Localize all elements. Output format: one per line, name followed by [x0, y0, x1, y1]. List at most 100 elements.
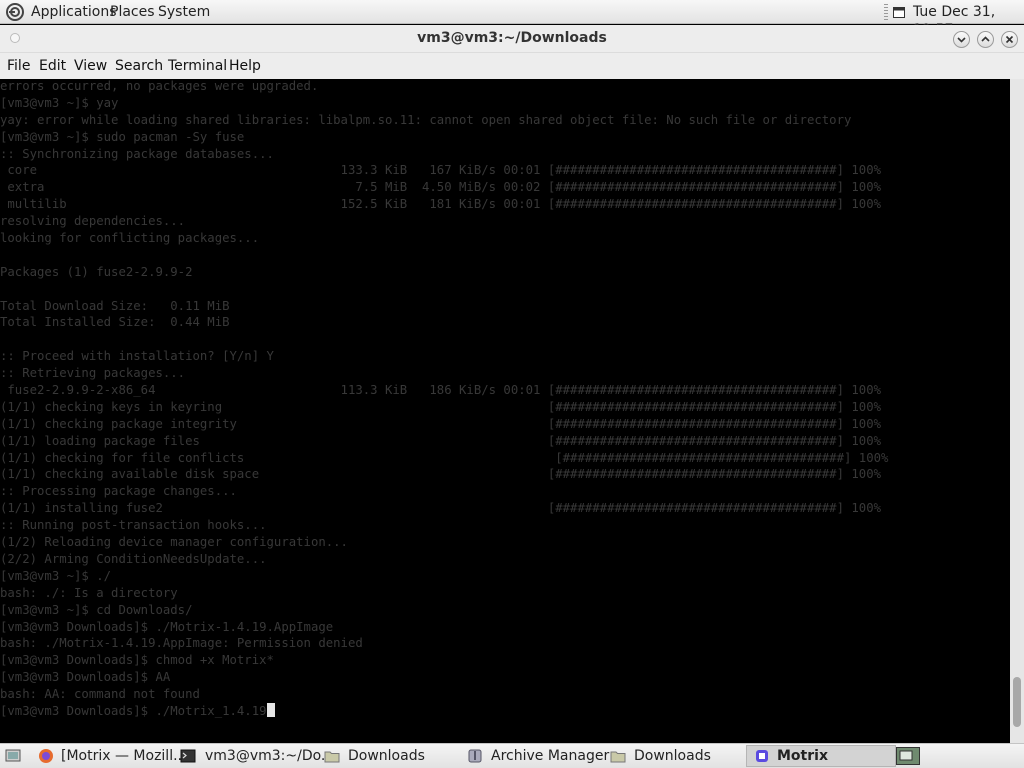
- terminal-line-text: :: Processing package changes...: [0, 484, 237, 499]
- terminal-line-text: looking for conflicting packages...: [0, 231, 260, 246]
- terminal-line: (1/1) installing fuse2 [################…: [0, 500, 888, 517]
- terminal-line: (1/1) loading package files [###########…: [0, 433, 888, 450]
- taskbar: [Motrix — Mozill... vm3@vm3:~/Do... Down…: [0, 743, 1024, 768]
- show-desktop-icon[interactable]: [5, 748, 21, 764]
- menu-file[interactable]: File: [7, 56, 30, 76]
- folder-icon: [610, 751, 626, 763]
- terminal-line-text: yay: error while loading shared librarie…: [0, 112, 852, 127]
- menu-terminal[interactable]: Terminal: [168, 56, 227, 76]
- terminal-line: (1/2) Reloading device manager configura…: [0, 534, 888, 551]
- scrollbar-thumb[interactable]: [1013, 677, 1021, 727]
- terminal-line-text: (1/1) checking available disk space [###…: [0, 467, 881, 482]
- firefox-icon: [39, 749, 53, 763]
- minimize-button[interactable]: [953, 31, 970, 48]
- terminal-line: [vm3@vm3 ~]$ yay: [0, 95, 888, 112]
- system-menu[interactable]: System: [158, 3, 210, 21]
- terminal-line: :: Synchronizing package databases...: [0, 146, 888, 163]
- motrix-icon: [756, 750, 768, 762]
- terminal-output: errors occurred, no packages were upgrad…: [0, 79, 888, 720]
- menu-view[interactable]: View: [74, 56, 107, 76]
- terminal-line: (1/1) checking package integrity [######…: [0, 416, 888, 433]
- menu-bar: File Edit View Search Terminal Help: [0, 53, 1024, 79]
- terminal-line-text: :: Synchronizing package databases...: [0, 146, 274, 161]
- terminal-line: bash: ./: Is a directory: [0, 585, 888, 602]
- terminal-line: :: Running post-transaction hooks...: [0, 517, 888, 534]
- window-title: vm3@vm3:~/Downloads: [417, 30, 607, 46]
- taskbar-item-label[interactable]: [Motrix — Mozill...: [61, 747, 186, 765]
- close-button[interactable]: [1001, 31, 1018, 48]
- taskbar-item-label[interactable]: Archive Manager: [491, 747, 609, 765]
- terminal-line-text: Packages (1) fuse2-2.9.9-2: [0, 264, 193, 279]
- terminal-line: :: Proceed with installation? [Y/n] Y: [0, 348, 888, 365]
- archive-icon: [468, 749, 482, 763]
- terminal-line-text: [vm3@vm3 ~]$ sudo pacman -Sy fuse: [0, 129, 245, 144]
- terminal-line: (1/1) checking for file conflicts [#####…: [0, 450, 888, 467]
- terminal-line: resolving dependencies...: [0, 213, 888, 230]
- terminal-line: bash: AA: command not found: [0, 686, 888, 703]
- terminal-line-text: :: Proceed with installation? [Y/n] Y: [0, 349, 274, 364]
- terminal-line-text: Total Download Size: 0.11 MiB: [0, 298, 230, 313]
- places-menu[interactable]: Places: [110, 3, 155, 21]
- terminal-line: (2/2) Arming ConditionNeedsUpdate...: [0, 551, 888, 568]
- terminal-line: [vm3@vm3 Downloads]$ ./Motrix-1.4.19.App…: [0, 619, 888, 636]
- terminal-line-text: Total Installed Size: 0.44 MiB: [0, 315, 230, 330]
- close-icon: [1005, 35, 1014, 44]
- terminal-line-text: (1/2) Reloading device manager configura…: [0, 535, 348, 550]
- terminal-line-text: errors occurred, no packages were upgrad…: [0, 79, 319, 93]
- terminal-line: extra 7.5 MiB 4.50 MiB/s 00:02 [########…: [0, 179, 888, 196]
- terminal-line-text: [vm3@vm3 ~]$ ./: [0, 568, 112, 583]
- terminal-line-text: :: Running post-transaction hooks...: [0, 518, 267, 533]
- distro-logo-icon[interactable]: [6, 3, 24, 21]
- terminal-line-text: (1/1) checking keys in keyring [########…: [0, 399, 881, 414]
- workspace-switcher-icon[interactable]: [896, 747, 920, 765]
- terminal-line: yay: error while loading shared librarie…: [0, 112, 888, 129]
- maximize-button[interactable]: [977, 31, 994, 48]
- terminal-line: (1/1) checking keys in keyring [########…: [0, 399, 888, 416]
- terminal-line: [vm3@vm3 ~]$ cd Downloads/: [0, 602, 888, 619]
- applications-menu[interactable]: Applications: [31, 3, 117, 21]
- terminal-line-text: resolving dependencies...: [0, 214, 186, 229]
- taskbar-item-label[interactable]: Motrix: [777, 747, 828, 765]
- chevron-down-icon: [957, 37, 966, 43]
- terminal-line: Total Download Size: 0.11 MiB: [0, 298, 888, 315]
- terminal-line-text: (1/1) checking for file conflicts [#####…: [0, 450, 889, 465]
- chevron-up-icon: [981, 36, 990, 42]
- terminal-line-text: bash: AA: command not found: [0, 687, 200, 702]
- terminal-line: (1/1) checking available disk space [###…: [0, 466, 888, 483]
- menu-edit[interactable]: Edit: [39, 56, 66, 76]
- folder-icon: [324, 751, 340, 763]
- terminal-line-text: (1/1) loading package files [###########…: [0, 433, 881, 448]
- terminal-line: :: Processing package changes...: [0, 483, 888, 500]
- terminal-line: errors occurred, no packages were upgrad…: [0, 79, 888, 95]
- terminal-line: bash: ./Motrix-1.4.19.AppImage: Permissi…: [0, 635, 888, 652]
- window-titlebar[interactable]: vm3@vm3:~/Downloads: [0, 25, 1024, 53]
- terminal-line-text: [vm3@vm3 Downloads]$ AA: [0, 670, 171, 685]
- terminal-line-text: core 133.3 KiB 167 KiB/s 00:01 [########…: [0, 163, 881, 178]
- top-panel: Applications Places System Tue Dec 31, 1…: [0, 0, 1024, 38]
- panel-separator: [884, 4, 888, 20]
- terminal-line-text: [vm3@vm3 Downloads]$ ./Motrix-1.4.19.App…: [0, 619, 334, 634]
- terminal-line: Total Installed Size: 0.44 MiB: [0, 314, 888, 331]
- terminal-line-text: :: Retrieving packages...: [0, 366, 186, 381]
- terminal-line-text: [vm3@vm3 Downloads]$ chmod +x Motrix*: [0, 653, 274, 668]
- menu-help[interactable]: Help: [229, 56, 261, 76]
- terminal-line: [vm3@vm3 ~]$ ./: [0, 568, 888, 585]
- taskbar-item-label[interactable]: Downloads: [348, 747, 425, 765]
- terminal-line-text: [vm3@vm3 ~]$ yay: [0, 95, 119, 110]
- terminal-scrollbar[interactable]: [1010, 79, 1024, 743]
- terminal-area[interactable]: errors occurred, no packages were upgrad…: [0, 79, 1010, 743]
- terminal-icon: [180, 749, 196, 763]
- terminal-line: multilib 152.5 KiB 181 KiB/s 00:01 [####…: [0, 196, 888, 213]
- menu-search[interactable]: Search: [115, 56, 163, 76]
- terminal-line-text: [vm3@vm3 ~]$ cd Downloads/: [0, 602, 193, 617]
- terminal-line: looking for conflicting packages...: [0, 230, 888, 247]
- terminal-line-text: multilib 152.5 KiB 181 KiB/s 00:01 [####…: [0, 197, 881, 212]
- terminal-line: :: Retrieving packages...: [0, 365, 888, 382]
- terminal-line: Packages (1) fuse2-2.9.9-2: [0, 264, 888, 281]
- taskbar-item-label[interactable]: Downloads: [634, 747, 711, 765]
- taskbar-item-label[interactable]: vm3@vm3:~/Do...: [205, 747, 334, 765]
- terminal-line-text: extra 7.5 MiB 4.50 MiB/s 00:02 [########…: [0, 180, 881, 195]
